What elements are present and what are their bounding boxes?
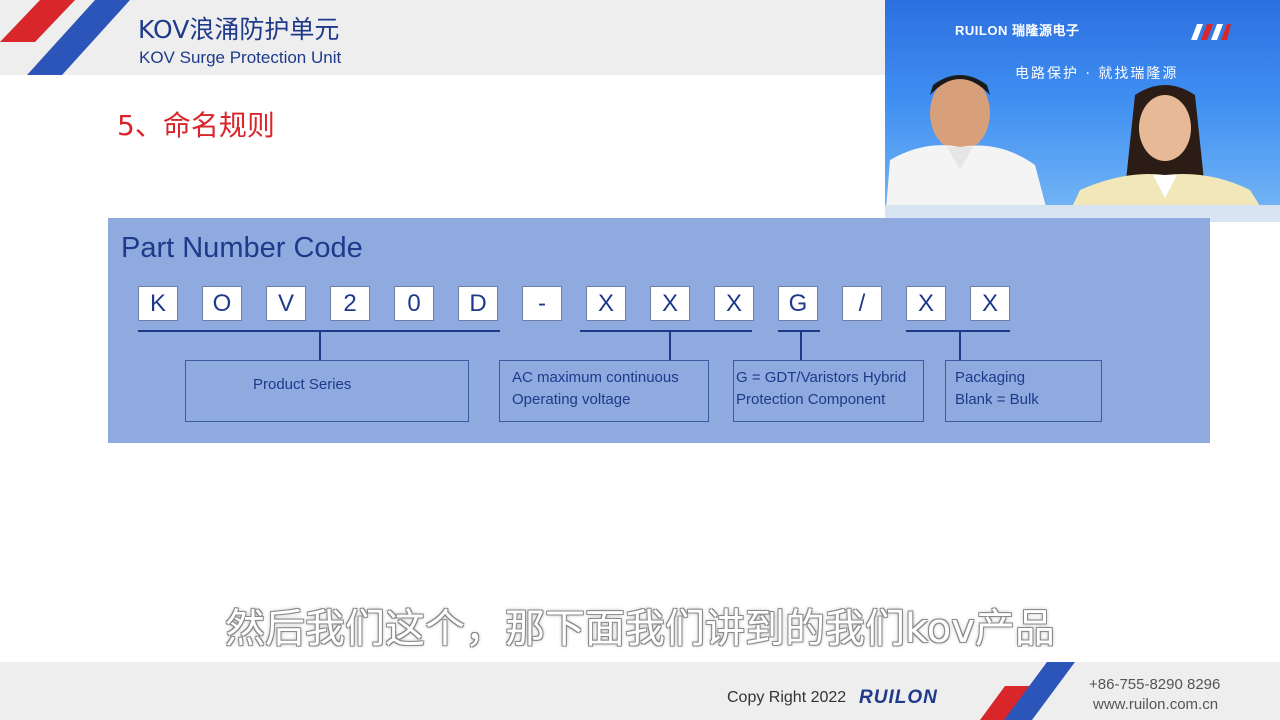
footer-stripes-logo bbox=[980, 662, 1075, 720]
code-char-box: / bbox=[842, 286, 882, 321]
desc-line: Operating voltage bbox=[512, 391, 631, 408]
video-brand-label: RUILON 瑞隆源电子 bbox=[955, 23, 1080, 38]
voltage-bracket-line bbox=[580, 330, 752, 332]
packaging-connector-line bbox=[959, 330, 961, 360]
slide-header: KOV浪涌防护单元 KOV Surge Protection Unit bbox=[0, 0, 885, 75]
desc-line: Blank = Bulk bbox=[955, 391, 1039, 408]
gdt-bracket-line bbox=[778, 330, 820, 332]
header-title-en: KOV Surge Protection Unit bbox=[139, 48, 342, 67]
desc-gdt-hybrid: G = GDT/Varistors Hybrid Protection Comp… bbox=[733, 360, 924, 422]
desc-line: AC maximum continuous bbox=[512, 369, 679, 386]
header-title-cn: KOV浪涌防护单元 bbox=[138, 15, 340, 44]
code-char-box: X bbox=[586, 286, 626, 321]
desc-product-series: Product Series bbox=[185, 360, 469, 422]
code-char-box: V bbox=[266, 286, 306, 321]
presenter-female bbox=[1065, 85, 1270, 222]
section-title: 5、命名规则 bbox=[117, 109, 275, 142]
desc-line: Product Series bbox=[253, 376, 352, 393]
code-char-box: K bbox=[138, 286, 178, 321]
presenter-video: RUILON 瑞隆源电子 电路保护 · 就找瑞隆源 bbox=[885, 0, 1280, 222]
slide-footer: Copy Right 2022 RUILON +86-755-8290 8296… bbox=[0, 662, 1280, 720]
gdt-connector-line bbox=[800, 330, 802, 360]
footer-phone: +86-755-8290 8296 bbox=[1089, 676, 1221, 693]
presenter-male bbox=[885, 75, 1050, 222]
code-char-box: 0 bbox=[394, 286, 434, 321]
desc-line: G = GDT/Varistors Hybrid bbox=[736, 369, 907, 386]
desc-line: Protection Component bbox=[736, 391, 886, 408]
brand-stripes-logo bbox=[0, 0, 130, 75]
code-char-box: - bbox=[522, 286, 562, 321]
code-char-box: D bbox=[458, 286, 498, 321]
desc-voltage: AC maximum continuous Operating voltage bbox=[499, 360, 709, 422]
voltage-connector-line bbox=[669, 330, 671, 360]
part-number-title: Part Number Code bbox=[121, 232, 363, 264]
code-char-box: 2 bbox=[330, 286, 370, 321]
part-number-panel: Part Number Code K O V 2 0 D - X X X G /… bbox=[108, 218, 1210, 443]
code-char-box: X bbox=[650, 286, 690, 321]
brand-mark-icon bbox=[1191, 24, 1231, 40]
packaging-bracket-line bbox=[906, 330, 1010, 332]
code-char-box: X bbox=[970, 286, 1010, 321]
code-char-box: O bbox=[202, 286, 242, 321]
code-char-box: X bbox=[906, 286, 946, 321]
code-char-box: X bbox=[714, 286, 754, 321]
video-subtitle: 然后我们这个，那下面我们讲到的我们kov产品 bbox=[225, 606, 1055, 652]
copyright-text: Copy Right 2022 bbox=[727, 689, 847, 706]
desc-line: Packaging bbox=[955, 369, 1026, 386]
series-connector-line bbox=[319, 330, 321, 360]
footer-website[interactable]: www.ruilon.com.cn bbox=[1093, 696, 1218, 713]
desc-packaging: Packaging Blank = Bulk bbox=[945, 360, 1102, 422]
footer-brand-logo: RUILON bbox=[859, 687, 938, 708]
code-char-box: G bbox=[778, 286, 818, 321]
